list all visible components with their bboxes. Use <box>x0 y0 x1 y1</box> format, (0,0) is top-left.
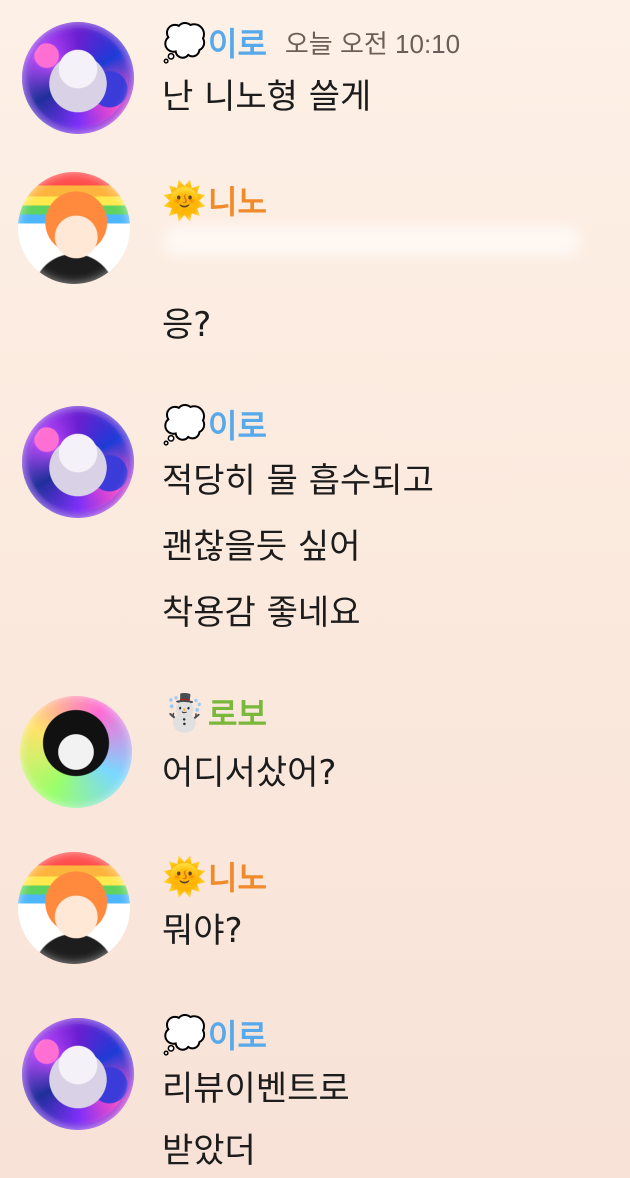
thought-balloon-icon: 💭 <box>162 23 207 64</box>
blurred-content <box>162 224 582 258</box>
iro-avatar[interactable] <box>22 22 134 134</box>
iro-avatar[interactable] <box>22 1018 134 1130</box>
sun-face-icon: 🌞 <box>162 857 207 898</box>
sender-name[interactable]: 이로 <box>208 22 267 66</box>
snowman-icon: ☃️ <box>162 693 207 734</box>
sender-name[interactable]: 이로 <box>208 1014 267 1058</box>
message-text: 착용감 좋네요 <box>162 593 361 633</box>
sender-name[interactable]: 로보 <box>208 692 267 736</box>
robo-avatar[interactable] <box>20 696 132 808</box>
sender-name[interactable]: 니노 <box>208 180 267 224</box>
message-text: 난 니노형 쓸게 <box>162 77 372 117</box>
timestamp: 오늘 오전 10:10 <box>284 29 461 59</box>
message-text: 적당히 물 흡수되고 <box>162 461 434 501</box>
sender-name[interactable]: 니노 <box>208 856 267 900</box>
message-text: 응? <box>162 305 212 345</box>
sender-name[interactable]: 이로 <box>208 404 267 448</box>
message-text: 뭐야? <box>162 911 243 951</box>
message-text: 괜찮을듯 싶어 <box>162 527 361 567</box>
nino-avatar[interactable] <box>18 852 130 964</box>
nino-avatar[interactable] <box>18 172 130 284</box>
message-text: 어디서샀어? <box>162 753 337 793</box>
sun-face-icon: 🌞 <box>162 181 207 222</box>
thought-balloon-icon: 💭 <box>162 1015 207 1056</box>
thought-balloon-icon: 💭 <box>162 405 207 446</box>
message-text: 리뷰이벤트로 <box>162 1069 350 1109</box>
message-text: 받았더 <box>162 1131 256 1171</box>
iro-avatar[interactable] <box>22 406 134 518</box>
